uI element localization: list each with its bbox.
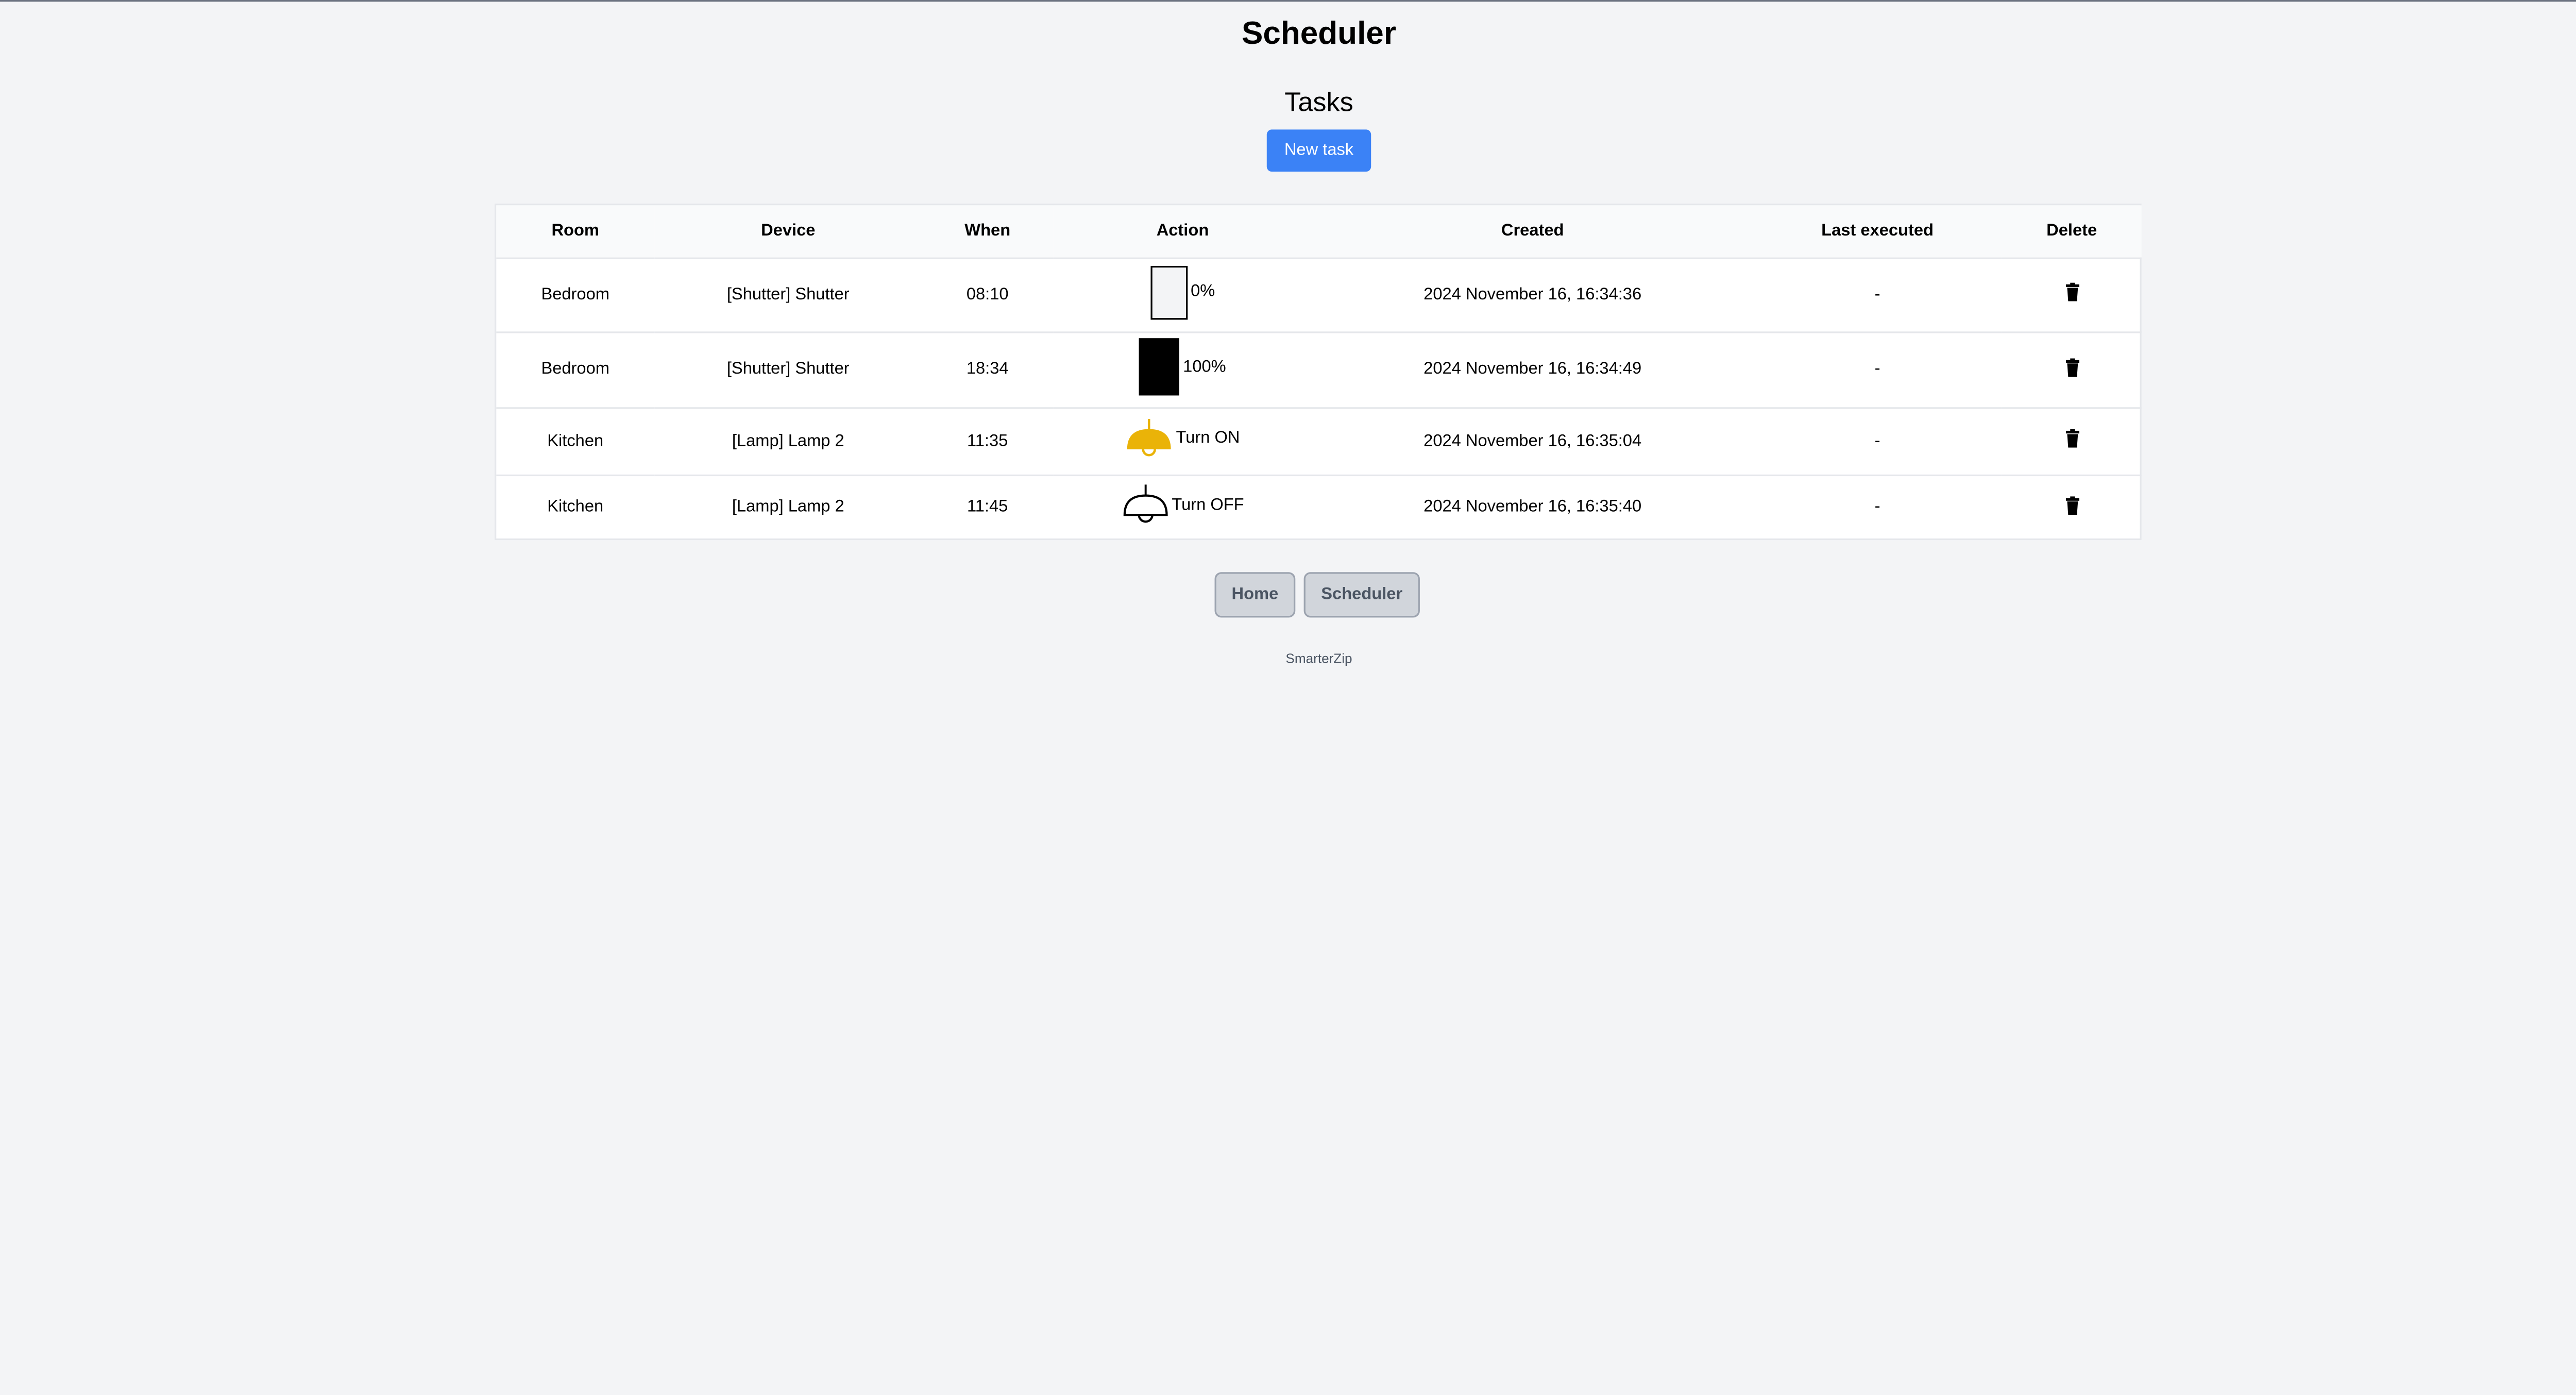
table-header-row: Room Device When Action Created Last exe… (496, 205, 2142, 258)
last-executed-cell: - (1753, 406, 2002, 475)
created-cell: 2024 November 16, 16:34:49 (1312, 330, 1753, 408)
device-cell: [Shutter] Shutter (654, 330, 922, 408)
room-cell: Kitchen (496, 474, 655, 541)
last-executed-cell: - (1753, 330, 2002, 408)
table-row: Kitchen [Lamp] Lamp 2 11:35 Turn ON 2024… (496, 406, 2142, 475)
delete-cell (2002, 474, 2142, 541)
device-cell: [Lamp] Lamp 2 (654, 474, 922, 541)
page-title: Scheduler (1241, 16, 1396, 53)
action-cell: 0% (1053, 256, 1312, 332)
column-header-last-executed: Last executed (1821, 222, 1934, 241)
device-cell: [Lamp] Lamp 2 (654, 406, 922, 475)
created-cell: 2024 November 16, 16:35:40 (1312, 474, 1753, 541)
when-cell: 08:10 (922, 256, 1054, 332)
column-header-device: Device (761, 222, 816, 241)
created-cell: 2024 November 16, 16:34:36 (1312, 256, 1753, 332)
device-cell: [Shutter] Shutter (654, 256, 922, 332)
table-row: Bedroom [Shutter] Shutter 08:10 0% 2024 … (496, 256, 2142, 332)
footer-brand: SmarterZip (1285, 651, 1352, 667)
room-cell: Kitchen (496, 406, 655, 475)
when-cell: 18:34 (922, 330, 1054, 408)
last-executed-cell: - (1753, 256, 2002, 332)
action-cell: 100% (1053, 330, 1312, 408)
tasks-heading: Tasks (1284, 89, 1353, 118)
lamp-on-icon (1126, 416, 1173, 460)
shutter-open-icon (1150, 265, 1188, 319)
column-header-delete: Delete (2046, 222, 2097, 241)
action-label: Turn ON (1176, 429, 1240, 448)
new-task-button[interactable]: New task (1266, 129, 1371, 172)
action-label: 100% (1183, 357, 1226, 376)
delete-cell (2002, 330, 2142, 408)
column-header-created: Created (1501, 222, 1564, 241)
app-root: Scheduler Tasks New task Room Device Whe… (0, 0, 2576, 1395)
column-header-when: When (964, 222, 1011, 241)
delete-cell (2002, 406, 2142, 475)
lamp-off-icon (1121, 483, 1168, 527)
scheduler-button[interactable]: Scheduler (1303, 572, 1420, 618)
trash-icon[interactable] (2065, 429, 2079, 453)
bottom-nav: Home Scheduler (1214, 572, 1420, 618)
action-label: Turn OFF (1172, 496, 1244, 515)
trash-icon[interactable] (2065, 282, 2079, 307)
trash-icon[interactable] (2065, 357, 2079, 381)
trash-icon[interactable] (2065, 496, 2079, 519)
table-row: Bedroom [Shutter] Shutter 18:34 100% 202… (496, 330, 2142, 408)
created-cell: 2024 November 16, 16:35:04 (1312, 406, 1753, 475)
column-header-room: Room (551, 222, 600, 241)
action-cell: Turn ON (1053, 406, 1312, 475)
shutter-closed-icon (1139, 338, 1180, 396)
home-button[interactable]: Home (1214, 572, 1296, 618)
when-cell: 11:45 (922, 474, 1054, 541)
tasks-table: Room Device When Action Created Last exe… (494, 204, 2142, 541)
delete-cell (2002, 256, 2142, 332)
room-cell: Bedroom (496, 256, 655, 332)
when-cell: 11:35 (922, 406, 1054, 475)
room-cell: Bedroom (496, 330, 655, 408)
column-header-action: Action (1156, 222, 1209, 241)
action-cell: Turn OFF (1053, 474, 1312, 541)
table-row: Kitchen [Lamp] Lamp 2 11:45 Turn OFF 202… (496, 474, 2142, 541)
action-label: 0% (1191, 282, 1215, 301)
last-executed-cell: - (1753, 474, 2002, 541)
